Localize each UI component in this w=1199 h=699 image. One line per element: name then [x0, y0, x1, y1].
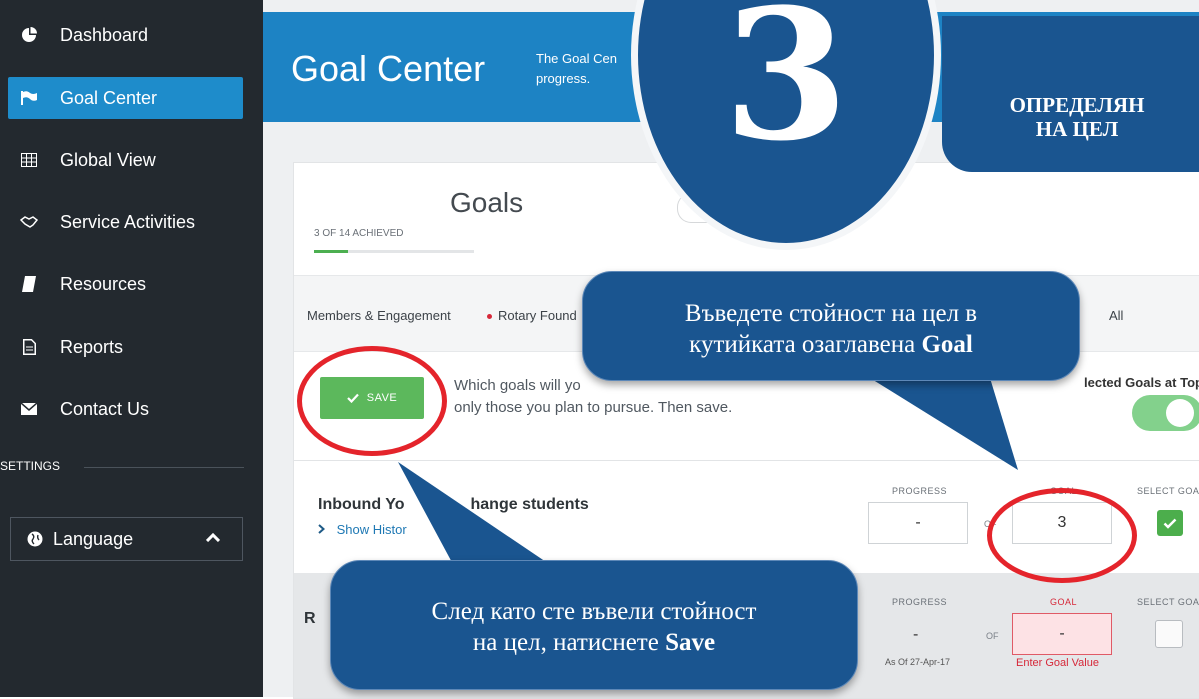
- bubble-pointer-save: [398, 462, 555, 568]
- callout-save-line1: След като сте въвели стойност: [431, 598, 757, 625]
- callout-goal-line1: Въведете стойност на цел в: [684, 300, 978, 327]
- highlight-goal-circle: [987, 488, 1137, 583]
- callout-goal: Въведете стойност на цел в кутийката оза…: [582, 271, 1080, 381]
- callout-goal-bold: Goal: [921, 331, 973, 358]
- callout-save-line2: на цел, натиснете Save: [331, 627, 857, 658]
- bubble-pointer-goal: [870, 378, 1018, 470]
- highlight-save-circle: [297, 346, 447, 456]
- callout-save: След като сте въвели стойност на цел, на…: [330, 560, 858, 690]
- callout-save-text: на цел, натиснете: [472, 629, 666, 656]
- callout-save-bold: Save: [665, 629, 716, 656]
- callout-goal-text: кутийката озаглавена: [689, 331, 922, 358]
- callout-goal-line2: кутийката озаглавена Goal: [583, 329, 1079, 360]
